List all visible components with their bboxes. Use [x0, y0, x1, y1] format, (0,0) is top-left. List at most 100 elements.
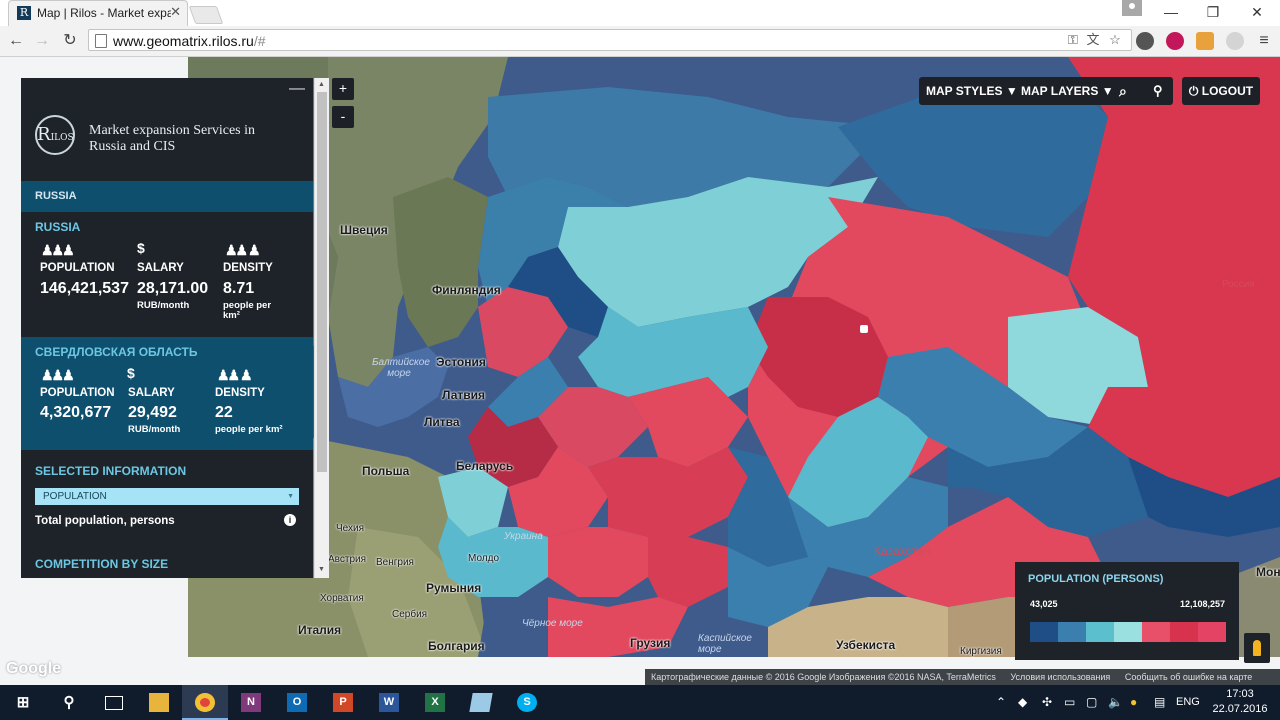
- region-density-label: DENSITY: [215, 387, 265, 399]
- url-text: www.geomatrix.rilos.ru/#: [113, 33, 266, 49]
- zoom-out-button[interactable]: -: [332, 106, 354, 128]
- map-label-russia: Россия: [1222, 279, 1255, 290]
- windows-taskbar: ⊞ ⚲ N O P W X S ⌃ ◆ ✣ ▭ ▢ 🔈 ● ▤ ENG 17:0…: [0, 685, 1280, 720]
- browser-tabbar: R Map | Rilos - Market expa ✕ — ❐ ✕: [0, 0, 1280, 26]
- browser-tab[interactable]: R Map | Rilos - Market expa ✕: [8, 0, 188, 26]
- country-salary-label: SALARY: [137, 262, 184, 274]
- powerpoint-icon: P: [333, 693, 353, 712]
- search-icon[interactable]: ⌕: [1119, 77, 1127, 105]
- start-button[interactable]: ⊞: [0, 685, 46, 720]
- attribution-data: Картографические данные © 2016 Google Из…: [651, 672, 996, 682]
- region-population-value: 4,320,677: [40, 404, 112, 421]
- onenote-button[interactable]: N: [228, 685, 274, 720]
- skype-button[interactable]: S: [504, 685, 550, 720]
- reload-button[interactable]: ↻: [60, 31, 80, 51]
- map-label-caspian-sea: Каспийское море: [698, 633, 752, 655]
- clock[interactable]: 17:03 22.07.2016: [1210, 687, 1270, 717]
- outlook-button[interactable]: O: [274, 685, 320, 720]
- forward-button[interactable]: →: [32, 31, 52, 51]
- scroll-down-icon[interactable]: ▼: [318, 566, 325, 573]
- clock-date: 22.07.2016: [1212, 703, 1268, 715]
- profile-icon[interactable]: [1122, 0, 1142, 16]
- translate-icon[interactable]: 文: [1085, 32, 1101, 48]
- battery-icon[interactable]: ▭: [1064, 685, 1075, 720]
- notepad-button[interactable]: [458, 685, 504, 720]
- information-select[interactable]: POPULATION ▼: [35, 488, 299, 505]
- map-attribution: Картографические данные © 2016 Google Из…: [645, 669, 1280, 685]
- file-explorer-button[interactable]: [136, 685, 182, 720]
- zoom-in-button[interactable]: +: [332, 78, 354, 100]
- key-icon[interactable]: ⚿: [1065, 32, 1081, 48]
- excel-button[interactable]: X: [412, 685, 458, 720]
- bookmark-star-icon[interactable]: ☆: [1107, 32, 1123, 48]
- new-tab-button[interactable]: [188, 6, 224, 24]
- region-density-value: 22: [215, 404, 233, 421]
- terms-link[interactable]: Условия использования: [1010, 672, 1110, 682]
- notification-icon[interactable]: ▤: [1154, 685, 1165, 720]
- onenote-icon: N: [241, 693, 261, 712]
- restore-window-button[interactable]: ❐: [1198, 2, 1228, 22]
- map-label-serbia: Сербия: [392, 609, 428, 620]
- excel-icon: X: [425, 693, 445, 712]
- extension-icon[interactable]: [1166, 32, 1184, 50]
- skype-icon: S: [517, 693, 537, 712]
- legend-max: 12,108,257: [1179, 599, 1225, 609]
- salary-icon: $: [137, 240, 145, 256]
- info-description: Total population, persons: [35, 515, 175, 527]
- competition-title[interactable]: COMPETITION BY SIZE: [35, 557, 168, 571]
- chrome-button[interactable]: [182, 685, 228, 720]
- region-title: СВЕРДЛОВСКАЯ ОБЛАСТЬ: [35, 345, 198, 359]
- tab-close-icon[interactable]: ✕: [170, 4, 181, 20]
- powerpoint-button[interactable]: P: [320, 685, 366, 720]
- clock-time: 17:03: [1226, 688, 1254, 700]
- tab-title: Map | Rilos - Market expa: [37, 6, 171, 20]
- scroll-thumb[interactable]: [317, 92, 327, 472]
- info-icon[interactable]: i: [284, 514, 296, 526]
- report-error-link[interactable]: Сообщить об ошибке на карте: [1125, 672, 1252, 682]
- network-icon[interactable]: ▢: [1086, 685, 1097, 720]
- country-density-unit: people per km²: [223, 300, 272, 321]
- settings-tray-icon[interactable]: ✣: [1042, 685, 1052, 720]
- panel-scrollbar[interactable]: ▲ ▼: [314, 78, 329, 578]
- map-label-baltic-sea: Балтийское море: [372, 357, 430, 379]
- page: Швеция Финляндия Эстония Латвия Литва По…: [0, 57, 1280, 685]
- search-button[interactable]: ⚲: [46, 685, 92, 720]
- minimize-window-button[interactable]: —: [1156, 2, 1186, 22]
- extension-icon[interactable]: [1136, 32, 1154, 50]
- map-layers-button[interactable]: MAP LAYERS ▼: [1021, 77, 1114, 105]
- dropbox-icon[interactable]: ◆: [1018, 685, 1027, 720]
- map-label-uzbekistan: Узбекиста: [836, 638, 896, 652]
- address-bar[interactable]: www.geomatrix.rilos.ru/# ⚿ 文 ☆: [88, 29, 1132, 51]
- volume-icon[interactable]: 🔈: [1108, 685, 1123, 720]
- word-button[interactable]: W: [366, 685, 412, 720]
- logout-button[interactable]: ⏻ LOGOUT: [1182, 77, 1260, 105]
- legend-title: POPULATION (PERSONS): [1028, 573, 1164, 585]
- warning-tray-icon[interactable]: ●: [1130, 685, 1137, 720]
- location-pin-icon[interactable]: ⚲: [1153, 77, 1163, 105]
- task-view-button[interactable]: [90, 685, 136, 720]
- scroll-up-icon[interactable]: ▲: [318, 81, 325, 88]
- caret-down-icon: ▼: [1005, 84, 1018, 98]
- rilos-favicon-icon: R: [17, 6, 31, 20]
- language-indicator[interactable]: ENG: [1176, 685, 1200, 720]
- selected-information-title: SELECTED INFORMATION: [35, 464, 187, 478]
- search-icon: ⚲: [63, 694, 75, 711]
- map-label-italy: Италия: [298, 623, 342, 637]
- close-window-button[interactable]: ✕: [1242, 2, 1272, 22]
- extension-icon[interactable]: [1196, 32, 1214, 50]
- country-salary-unit: RUB/month: [137, 300, 190, 311]
- browser-menu-icon[interactable]: ≡: [1254, 31, 1274, 51]
- breadcrumb[interactable]: RUSSIA: [21, 181, 313, 212]
- map-styles-button[interactable]: MAP STYLES ▼: [926, 77, 1018, 105]
- legend-swatch: [1114, 622, 1142, 642]
- minimize-panel-button[interactable]: —: [289, 80, 305, 98]
- map-label-estonia: Эстония: [436, 355, 486, 369]
- browser-toolbar: ← → ↻ www.geomatrix.rilos.ru/# ⚿ 文 ☆: [0, 26, 1280, 57]
- legend-swatch: [1030, 622, 1058, 642]
- map-label-croatia: Хорватия: [320, 593, 364, 604]
- map-label-bulgaria: Болгария: [428, 639, 485, 653]
- street-view-pegman-icon[interactable]: [1244, 633, 1270, 663]
- tray-chevron-icon[interactable]: ⌃: [996, 685, 1006, 720]
- extension-icon[interactable]: [1226, 32, 1244, 50]
- back-button[interactable]: ←: [6, 31, 26, 51]
